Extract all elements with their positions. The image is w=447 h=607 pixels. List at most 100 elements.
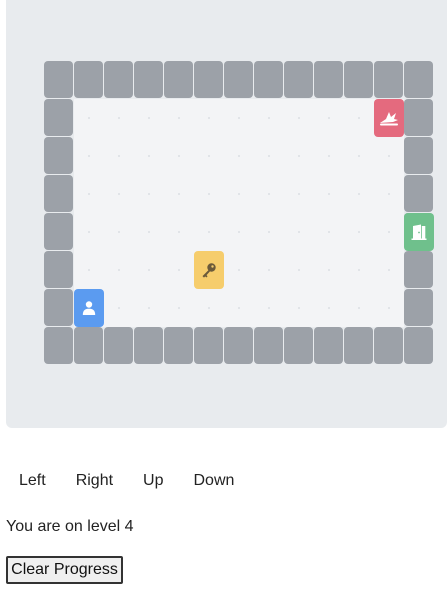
- door-icon: [411, 224, 427, 240]
- floor-dot: [238, 307, 240, 309]
- floor-dot: [148, 231, 150, 233]
- wall-tile: [374, 327, 403, 364]
- wall-tile: [404, 327, 433, 364]
- wall-tile: [44, 61, 73, 98]
- wall-tile: [284, 327, 313, 364]
- left-button[interactable]: Left: [6, 466, 59, 496]
- wall-tile: [254, 327, 283, 364]
- floor-dot: [358, 155, 360, 157]
- floor-dot: [298, 269, 300, 271]
- wall-tile: [134, 327, 163, 364]
- floor-dot: [118, 231, 120, 233]
- dragon-piece: [374, 99, 404, 137]
- floor-dot: [88, 155, 90, 157]
- floor-dot: [88, 231, 90, 233]
- dragon-icon: [380, 112, 398, 126]
- up-button[interactable]: Up: [130, 466, 176, 496]
- floor-dot: [388, 307, 390, 309]
- floor-dot: [178, 231, 180, 233]
- wall-tile: [44, 99, 73, 136]
- floor-dot: [208, 155, 210, 157]
- wall-tile: [194, 61, 223, 98]
- wall-tile: [284, 61, 313, 98]
- floor-dot: [178, 307, 180, 309]
- floor-dot: [328, 269, 330, 271]
- right-button[interactable]: Right: [63, 466, 126, 496]
- floor-dot: [238, 117, 240, 119]
- wall-tile: [224, 327, 253, 364]
- down-button[interactable]: Down: [181, 466, 248, 496]
- wall-tile: [194, 327, 223, 364]
- floor-dot: [238, 155, 240, 157]
- wall-tile: [104, 61, 133, 98]
- floor-dot: [268, 193, 270, 195]
- key-piece: [194, 251, 224, 289]
- floor-dot: [388, 193, 390, 195]
- wall-tile: [74, 61, 103, 98]
- floor-dot: [298, 307, 300, 309]
- wall-tile: [224, 61, 253, 98]
- wall-tile: [44, 327, 73, 364]
- floor-dot: [118, 117, 120, 119]
- floor-dot: [298, 117, 300, 119]
- floor-dot: [88, 269, 90, 271]
- floor-dot: [328, 231, 330, 233]
- floor-dot: [148, 269, 150, 271]
- game-board: [44, 61, 434, 365]
- wall-tile: [44, 289, 73, 326]
- level-status: You are on level 4: [6, 518, 134, 535]
- floor-dot: [208, 307, 210, 309]
- floor-dot: [178, 193, 180, 195]
- floor-dot: [208, 193, 210, 195]
- floor-dot: [178, 269, 180, 271]
- floor-dot: [298, 193, 300, 195]
- floor-dot: [238, 269, 240, 271]
- wall-tile: [44, 251, 73, 288]
- floor-dot: [358, 307, 360, 309]
- floor-dot: [208, 117, 210, 119]
- wall-tile: [404, 289, 433, 326]
- floor-dot: [358, 231, 360, 233]
- wall-tile: [404, 137, 433, 174]
- clear-progress-button[interactable]: Clear Progress: [6, 556, 123, 584]
- floor-dot: [118, 193, 120, 195]
- floor-dot: [328, 155, 330, 157]
- floor-dot: [148, 117, 150, 119]
- wall-tile: [344, 327, 373, 364]
- floor-dot: [178, 117, 180, 119]
- floor-dot: [298, 231, 300, 233]
- floor-dot: [148, 307, 150, 309]
- wall-tile: [44, 213, 73, 250]
- wall-tile: [404, 251, 433, 288]
- floor-dot: [148, 193, 150, 195]
- floor-dot: [88, 117, 90, 119]
- floor-dot: [118, 269, 120, 271]
- wall-tile: [104, 327, 133, 364]
- game-board-panel: [6, 0, 447, 428]
- wall-tile: [74, 327, 103, 364]
- floor-dot: [118, 307, 120, 309]
- floor-dot: [358, 193, 360, 195]
- floor-dot: [208, 231, 210, 233]
- key-icon: [202, 263, 216, 278]
- wall-tile: [44, 175, 73, 212]
- floor-dot: [268, 269, 270, 271]
- floor-dot: [328, 193, 330, 195]
- person-icon: [82, 301, 96, 315]
- floor-dot: [328, 307, 330, 309]
- wall-tile: [314, 327, 343, 364]
- floor-dot: [358, 117, 360, 119]
- floor-dot: [118, 155, 120, 157]
- floor-dot: [268, 117, 270, 119]
- floor-dot: [148, 155, 150, 157]
- door-piece: [404, 213, 434, 251]
- wall-tile: [314, 61, 343, 98]
- player-piece: [74, 289, 104, 327]
- floor-dot: [298, 155, 300, 157]
- wall-tile: [254, 61, 283, 98]
- floor-dot: [388, 269, 390, 271]
- wall-tile: [134, 61, 163, 98]
- floor-dot: [358, 269, 360, 271]
- floor-dot: [178, 155, 180, 157]
- floor-area: [74, 99, 404, 327]
